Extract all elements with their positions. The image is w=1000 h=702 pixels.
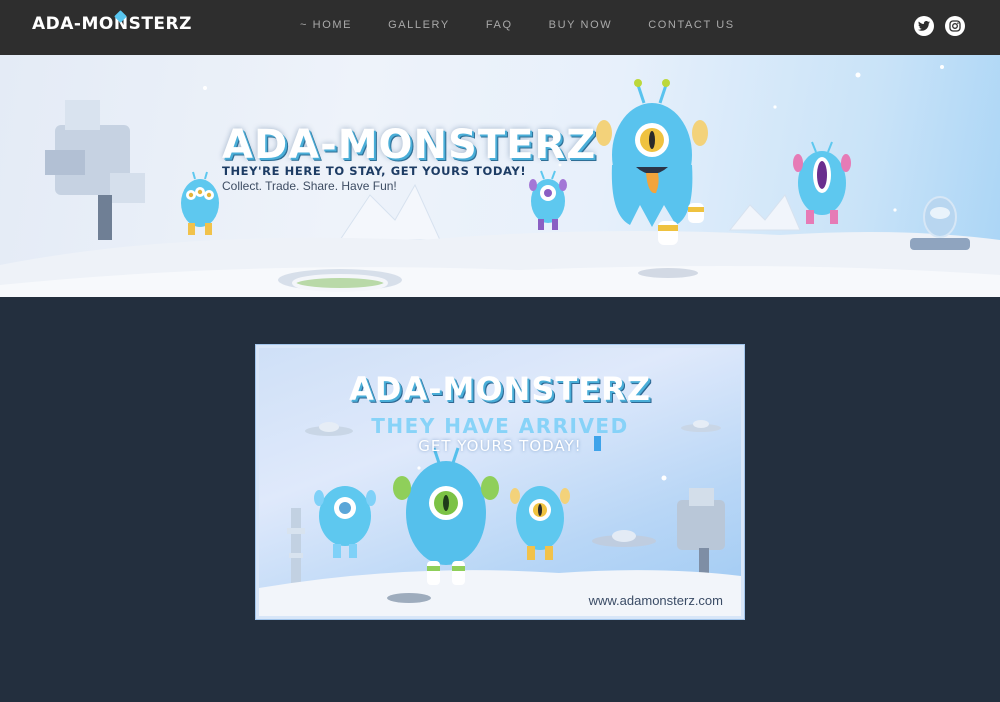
twitter-icon[interactable] xyxy=(914,16,934,36)
twitter-bird-glyph xyxy=(918,21,930,31)
robot-right xyxy=(910,196,970,250)
monster-right-pink xyxy=(793,141,851,224)
promo-banner-image: ADA-MONSTERZ THEY HAVE ARRIVED GET YOURS… xyxy=(259,348,741,616)
banner-cta-text: GET YOURS TODAY! xyxy=(418,437,582,455)
banner-monster-center xyxy=(393,447,499,585)
hero-subtitle: Collect. Trade. Share. Have Fun! xyxy=(222,179,397,193)
instagram-icon[interactable] xyxy=(945,16,965,36)
social-links xyxy=(903,16,965,36)
monster-small-left xyxy=(181,171,219,235)
banner-url: www.adamonsterz.com xyxy=(588,593,723,608)
site-logo[interactable]: ADA-MONSTERZ xyxy=(32,10,192,34)
hero-tagline: THEY'RE HERE TO STAY, GET YOURS TODAY! xyxy=(222,164,527,178)
hero-banner: ADA-MONSTERZ THEY'RE HERE TO STAY, GET Y… xyxy=(0,55,1000,297)
banner-monster-left xyxy=(314,486,376,558)
nav-contact-us-link[interactable]: CONTACT US xyxy=(648,19,735,31)
banner-antenna-tower xyxy=(287,508,305,588)
logo-text: ADA-MONSTERZ xyxy=(32,14,192,34)
nav-gallery-link[interactable]: GALLERY xyxy=(388,19,450,31)
hero-title: ADA-MONSTERZ xyxy=(222,122,597,168)
top-navbar: ADA-MONSTERZ ~ HOME GALLERY FAQ BUY NOW … xyxy=(0,0,1000,55)
stone-tower-left xyxy=(45,100,145,240)
nav-faq-link[interactable]: FAQ xyxy=(486,19,513,31)
banner-arrived-text: THEY HAVE ARRIVED xyxy=(371,414,629,438)
instagram-camera-glyph xyxy=(949,20,961,32)
banner-title: ADA-MONSTERZ xyxy=(349,370,651,408)
monster-small-purple xyxy=(529,170,567,230)
nav-buy-now-link[interactable]: BUY NOW xyxy=(549,19,613,31)
banner-monster-right xyxy=(510,486,570,560)
main-menu: ~ HOME GALLERY FAQ BUY NOW CONTACT US xyxy=(300,19,771,31)
nav-home-link[interactable]: ~ HOME xyxy=(300,19,352,31)
